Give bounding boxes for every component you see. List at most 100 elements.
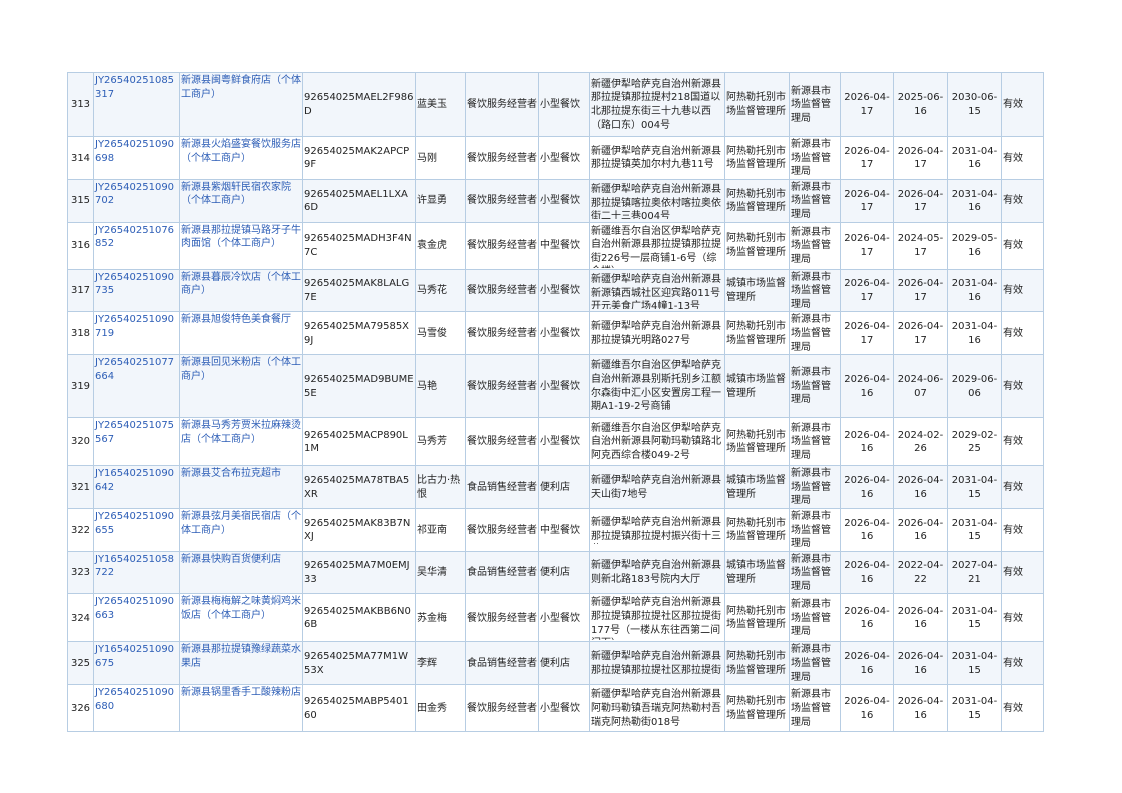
- business-name-link[interactable]: 新源县梅梅解之味黄焖鸡米饭店（个体工商户）: [179, 593, 303, 643]
- license-number-link[interactable]: JY26540251077664: [93, 354, 180, 419]
- license-number-link[interactable]: JY26540251090735: [93, 268, 180, 313]
- table-row: 325 JY16540251090675 新源县那拉提镇豫绿蔬菜水果店 9265402…: [67, 641, 1044, 686]
- supervising-office: 城镇市场监督管理所: [724, 550, 790, 595]
- supervising-office: 城镇市场监督管理所: [724, 465, 790, 509]
- license-number-link[interactable]: JY26540251090655: [93, 507, 180, 552]
- address-text: 新疆伊犁哈萨克自治州新源县那拉提镇光明路027号: [591, 321, 721, 346]
- issue-date: 2026-04-17: [840, 221, 894, 270]
- business-category: 小型餐饮: [538, 684, 590, 733]
- license-number-link[interactable]: JY26540251075567: [93, 417, 180, 467]
- legal-representative: 祁亚南: [415, 507, 466, 552]
- license-status: 有效: [1001, 136, 1044, 180]
- license-status: 有效: [1001, 311, 1044, 356]
- credit-code: 92654025MA77M1W53X: [302, 641, 416, 686]
- license-number-link[interactable]: JY26540251085317: [93, 72, 180, 137]
- license-number-link[interactable]: JY16540251058722: [93, 550, 180, 595]
- business-address: 新疆伊犁哈萨克自治州新源县那拉提镇那拉提村振兴街十三巷: [589, 507, 725, 552]
- business-category: 小型餐饮: [538, 593, 590, 643]
- credit-code: 92654025MAK8LALG7E: [302, 268, 416, 313]
- valid-from-date: 2022-04-22: [893, 550, 948, 595]
- issuing-authority: 新源县市场监督管理局: [789, 72, 841, 137]
- business-name-link[interactable]: 新源县旭俊特色美食餐厅: [179, 311, 303, 356]
- address-text: 新疆伊犁哈萨克自治州新源县那拉提镇喀拉奥依村喀拉奥依街二十三巷004号: [591, 184, 721, 220]
- license-number-link[interactable]: JY16540251090642: [93, 465, 180, 509]
- table-row: 317 JY26540251090735 新源县暮辰冷饮店（个体工商户） 926540…: [67, 268, 1044, 313]
- address-text: 新疆伊犁哈萨克自治州新源县那拉提镇英加尔村九巷11号: [591, 145, 721, 171]
- valid-from-date: 2026-04-17: [893, 268, 948, 313]
- credit-code: 92654025MA78TBA5XR: [302, 465, 416, 509]
- supervising-office: 阿热勒托别市场监督管理所: [724, 136, 790, 180]
- operator-type: 食品销售经营者: [465, 465, 539, 509]
- license-status: 有效: [1001, 507, 1044, 552]
- business-name-link[interactable]: 新源县紫烟轩民宿农家院（个体工商户）: [179, 178, 303, 223]
- operator-type: 餐饮服务经营者: [465, 507, 539, 552]
- business-address: 新疆伊犁哈萨克自治州新源县阿勒玛勒镇吾瑞克阿热勒村吾瑞克阿热勒街018号: [589, 684, 725, 733]
- license-status: 有效: [1001, 354, 1044, 419]
- issue-date: 2026-04-17: [840, 136, 894, 180]
- address-text: 新疆伊犁哈萨克自治州新源县阿勒玛勒镇吾瑞克阿热勒村吾瑞克阿热勒街018号: [591, 689, 721, 728]
- business-category: 小型餐饮: [538, 178, 590, 223]
- business-address: 新疆维吾尔自治区伊犁哈萨克自治州新源县阿勒玛勒镇路北阿克西综合楼049-2号: [589, 417, 725, 467]
- legal-representative: 蓝美玉: [415, 72, 466, 137]
- credit-code: 92654025MAK83B7NXJ: [302, 507, 416, 552]
- legal-representative: 马雪俊: [415, 311, 466, 356]
- business-name-link[interactable]: 新源县回见米粉店（个体工商户）: [179, 354, 303, 419]
- license-number-link[interactable]: JY26540251090663: [93, 593, 180, 643]
- valid-until-date: 2027-04-21: [947, 550, 1002, 595]
- valid-from-date: 2026-04-16: [893, 507, 948, 552]
- business-category: 小型餐饮: [538, 268, 590, 313]
- credit-code: 92654025MADH3F4N7C: [302, 221, 416, 270]
- business-name-link[interactable]: 新源县弦月美宿民宿店（个体工商户）: [179, 507, 303, 552]
- business-name-link[interactable]: 新源县艾合布拉克超市: [179, 465, 303, 509]
- table-row: 320 JY26540251075567 新源县马秀芳贾米拉麻辣烫店（个体工商户） 9…: [67, 417, 1044, 467]
- valid-from-date: 2026-04-17: [893, 178, 948, 223]
- address-text: 新疆维吾尔自治区伊犁哈萨克自治州新源县那拉提镇那拉提街226号一层商铺1-6号（…: [591, 225, 721, 268]
- business-name-link[interactable]: 新源县闽粤鲜食府店（个体工商户）: [179, 72, 303, 137]
- business-name-link[interactable]: 新源县暮辰冷饮店（个体工商户）: [179, 268, 303, 313]
- table-row: 326 JY26540251090680 新源县锅里香手工酸辣粉店 92654025M…: [67, 684, 1044, 733]
- license-number-link[interactable]: JY26540251076852: [93, 221, 180, 270]
- issue-date: 2026-04-16: [840, 465, 894, 509]
- issuing-authority: 新源县市场监督管理局: [789, 507, 841, 552]
- operator-type: 食品销售经营者: [465, 550, 539, 595]
- valid-until-date: 2031-04-15: [947, 465, 1002, 509]
- operator-type: 餐饮服务经营者: [465, 268, 539, 313]
- license-number-link[interactable]: JY26540251090698: [93, 136, 180, 180]
- license-status: 有效: [1001, 268, 1044, 313]
- address-text: 新疆伊犁哈萨克自治州新源县那拉提镇那拉提社区那拉提街: [591, 651, 721, 676]
- license-number-link[interactable]: JY26540251090680: [93, 684, 180, 733]
- operator-type: 餐饮服务经营者: [465, 417, 539, 467]
- legal-representative: 袁金虎: [415, 221, 466, 270]
- business-name-link[interactable]: 新源县马秀芳贾米拉麻辣烫店（个体工商户）: [179, 417, 303, 467]
- license-number-link[interactable]: JY26540251090719: [93, 311, 180, 356]
- table-row: 322 JY26540251090655 新源县弦月美宿民宿店（个体工商户） 9265…: [67, 507, 1044, 552]
- address-text: 新疆伊犁哈萨克自治州新源县那拉提镇那拉提社区那拉提街177号（一楼从东往西第二间…: [591, 597, 721, 640]
- valid-until-date: 2029-06-06: [947, 354, 1002, 419]
- operator-type: 餐饮服务经营者: [465, 354, 539, 419]
- business-address: 新疆伊犁哈萨克自治州新源县那拉提镇喀拉奥依村喀拉奥依街二十三巷004号: [589, 178, 725, 223]
- valid-from-date: 2026-04-16: [893, 684, 948, 733]
- business-name-link[interactable]: 新源县快购百货便利店: [179, 550, 303, 595]
- business-address: 新疆伊犁哈萨克自治州新源县则新北路183号院内大厅: [589, 550, 725, 595]
- row-number: 319: [67, 354, 94, 419]
- legal-representative: 田金秀: [415, 684, 466, 733]
- license-number-link[interactable]: JY26540251090702: [93, 178, 180, 223]
- license-number-link[interactable]: JY16540251090675: [93, 641, 180, 686]
- business-category: 中型餐饮: [538, 221, 590, 270]
- valid-from-date: 2026-04-16: [893, 593, 948, 643]
- row-number: 318: [67, 311, 94, 356]
- business-address: 新疆维吾尔自治区伊犁哈萨克自治州新源县那拉提镇那拉提街226号一层商铺1-6号（…: [589, 221, 725, 270]
- business-name-link[interactable]: 新源县那拉提镇豫绿蔬菜水果店: [179, 641, 303, 686]
- business-name-link[interactable]: 新源县锅里香手工酸辣粉店: [179, 684, 303, 733]
- credit-code: 92654025MA79585X9J: [302, 311, 416, 356]
- issue-date: 2026-04-16: [840, 641, 894, 686]
- business-name-link[interactable]: 新源县那拉提镇马路牙子牛肉面馆（个体工商户）: [179, 221, 303, 270]
- valid-from-date: 2024-06-07: [893, 354, 948, 419]
- supervising-office: 城镇市场监督管理所: [724, 268, 790, 313]
- table-row: 315 JY26540251090702 新源县紫烟轩民宿农家院（个体工商户） 926…: [67, 178, 1044, 223]
- credit-code: 92654025MAKBB6N06B: [302, 593, 416, 643]
- business-name-link[interactable]: 新源县火焰盛宴餐饮服务店（个体工商户）: [179, 136, 303, 180]
- credit-code: 92654025MAD9BUME5E: [302, 354, 416, 419]
- valid-from-date: 2025-06-16: [893, 72, 948, 137]
- row-number: 316: [67, 221, 94, 270]
